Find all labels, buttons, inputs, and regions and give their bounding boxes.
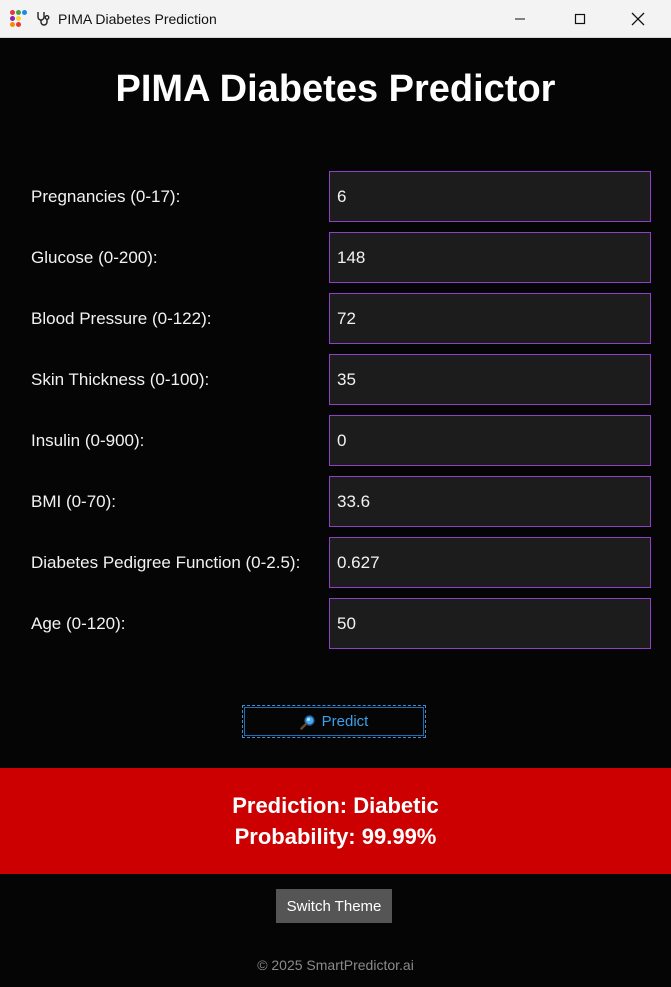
minimize-button[interactable] xyxy=(497,0,543,37)
pedigree-input[interactable] xyxy=(329,537,651,588)
field-row-skin-thickness: Skin Thickness (0-100): xyxy=(0,354,671,406)
search-icon xyxy=(299,714,315,730)
close-button[interactable] xyxy=(615,0,661,37)
skin-thickness-input[interactable] xyxy=(329,354,651,405)
switch-theme-button[interactable]: Switch Theme xyxy=(276,889,392,923)
blood-pressure-input[interactable] xyxy=(329,293,651,344)
pedigree-label: Diabetes Pedigree Function (0-2.5): xyxy=(31,553,301,572)
field-row-bmi: BMI (0-70): xyxy=(0,476,671,528)
skin-thickness-label: Skin Thickness (0-100): xyxy=(31,370,210,389)
insulin-label: Insulin (0-900): xyxy=(31,431,145,450)
maximize-icon xyxy=(574,13,586,24)
probability-result: Probability: 99.99% xyxy=(234,824,437,849)
result-panel: Prediction: Diabetic Probability: 99.99% xyxy=(0,768,671,874)
age-input[interactable] xyxy=(329,598,651,649)
minimize-icon xyxy=(515,18,525,19)
maximize-button[interactable] xyxy=(557,0,603,37)
pregnancies-label: Pregnancies (0-17): xyxy=(31,187,181,206)
window-titlebar: PIMA Diabetes Prediction xyxy=(0,0,671,38)
pregnancies-input[interactable] xyxy=(329,171,651,222)
predict-button-label: Predict xyxy=(321,713,369,730)
close-icon xyxy=(631,12,645,25)
prediction-result: Prediction: Diabetic xyxy=(232,793,439,818)
glucose-label: Glucose (0-200): xyxy=(31,248,158,267)
footer-copyright: © 2025 SmartPredictor.ai xyxy=(257,957,414,973)
field-row-glucose: Glucose (0-200): xyxy=(0,232,671,284)
bmi-label: BMI (0-70): xyxy=(31,492,117,511)
field-row-insulin: Insulin (0-900): xyxy=(0,415,671,467)
window-title: PIMA Diabetes Prediction xyxy=(58,11,217,27)
field-row-pedigree: Diabetes Pedigree Function (0-2.5): xyxy=(0,537,671,589)
blood-pressure-label: Blood Pressure (0-122): xyxy=(31,309,212,328)
age-label: Age (0-120): xyxy=(31,614,126,633)
bmi-input[interactable] xyxy=(329,476,651,527)
glucose-input[interactable] xyxy=(329,232,651,283)
app-logo-icon xyxy=(10,10,28,28)
field-row-pregnancies: Pregnancies (0-17): xyxy=(0,171,671,223)
field-row-blood-pressure: Blood Pressure (0-122): xyxy=(0,293,671,345)
insulin-input[interactable] xyxy=(329,415,651,466)
page-title: PIMA Diabetes Predictor xyxy=(115,68,556,110)
predict-button[interactable]: Predict xyxy=(242,705,426,738)
field-row-age: Age (0-120): xyxy=(0,598,671,650)
stethoscope-icon xyxy=(37,12,50,26)
